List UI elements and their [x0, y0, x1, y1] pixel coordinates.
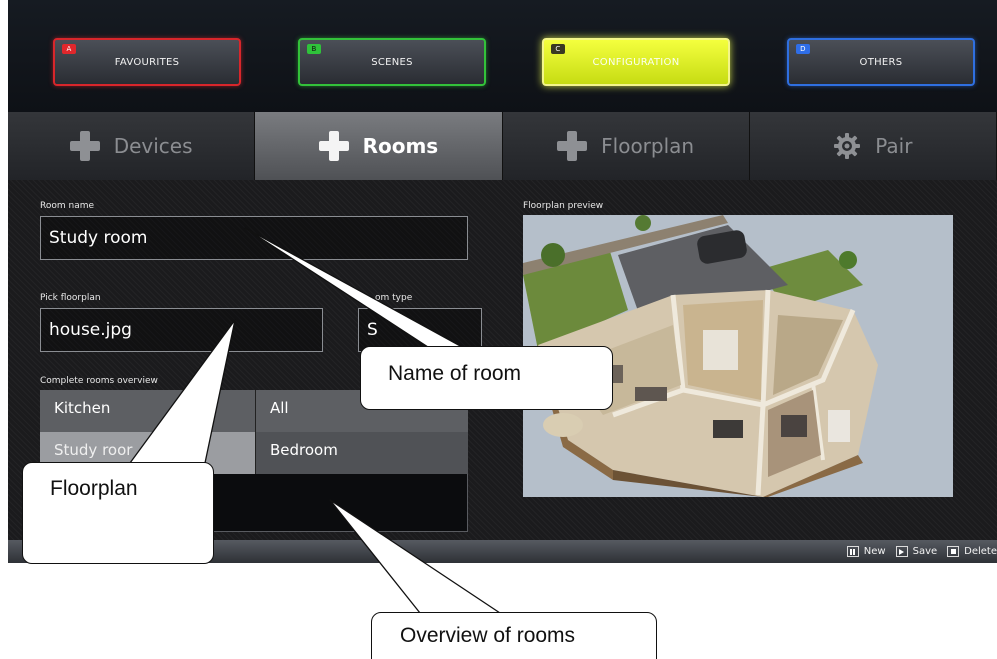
- overview-of-rooms-callout-text: Overview of rooms: [400, 624, 576, 647]
- name-of-room-callout-text: Name of room: [388, 362, 522, 385]
- screenshot-stage: A FAVOURITES B SCENES C CONFIGURATION D …: [0, 0, 997, 659]
- name-of-room-pointer: [244, 227, 465, 349]
- floorplan-callout: Floorplan: [22, 462, 214, 564]
- name-of-room-callout: Name of room: [360, 346, 613, 410]
- floorplan-callout-text: Floorplan: [50, 477, 138, 500]
- floorplan-pointer: [129, 319, 236, 464]
- overview-of-rooms-pointer: [329, 499, 501, 614]
- overview-of-rooms-callout: Overview of rooms: [371, 612, 657, 659]
